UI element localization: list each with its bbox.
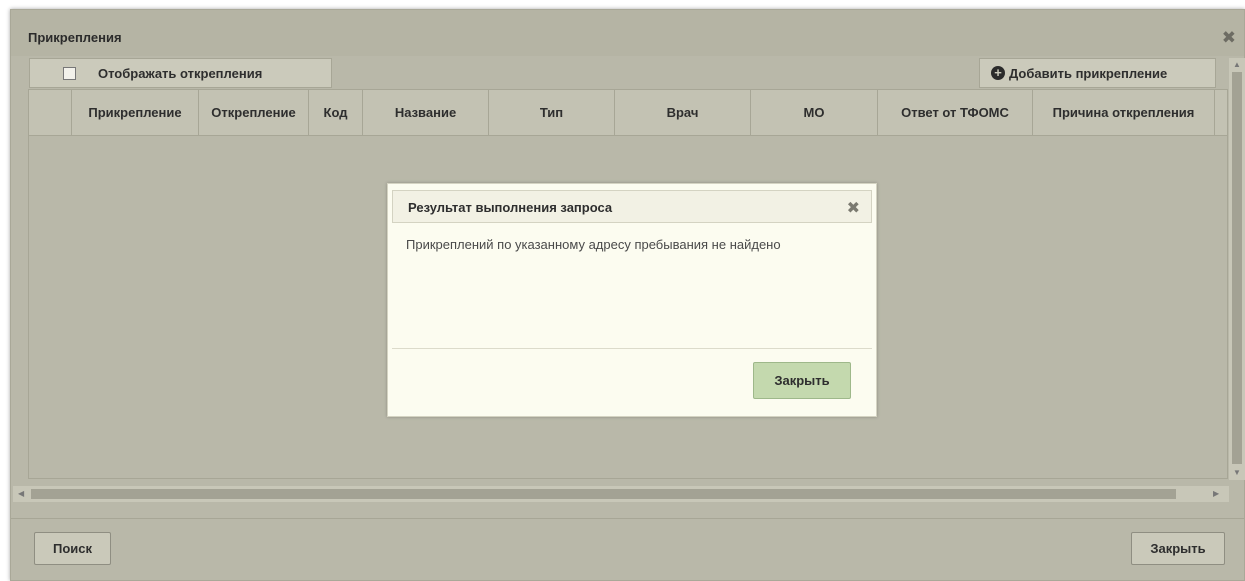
search-button[interactable]: Поиск (34, 532, 111, 565)
show-detachments-label: Отображать открепления (98, 66, 263, 81)
dialog-header: Результат выполнения запроса ✖ (392, 190, 872, 223)
dialog-close-button[interactable]: Закрыть (753, 362, 851, 399)
column-header-mo[interactable]: МО (751, 90, 878, 135)
window-title: Прикрепления (28, 30, 122, 45)
horizontal-scroll-thumb[interactable] (31, 489, 1176, 499)
close-icon[interactable]: ✖ (1222, 28, 1236, 48)
column-header-tfoms-response[interactable]: Ответ от ТФОМС (878, 90, 1033, 135)
add-attachment-button[interactable]: + Добавить прикрепление (979, 58, 1216, 88)
query-result-dialog: Результат выполнения запроса ✖ Прикрепле… (387, 183, 877, 417)
grid-select-column[interactable] (29, 90, 72, 135)
show-detachments-checkbox[interactable] (63, 67, 76, 80)
column-header-detachment[interactable]: Открепление (199, 90, 309, 135)
dialog-close-icon[interactable]: ✖ (847, 198, 860, 218)
horizontal-scrollbar[interactable]: ◀ ▶ (13, 486, 1229, 502)
add-attachment-label: Добавить прикрепление (1009, 66, 1168, 81)
column-header-code[interactable]: Код (309, 90, 363, 135)
column-header-name[interactable]: Название (363, 90, 489, 135)
column-header-type[interactable]: Тип (489, 90, 615, 135)
footer-divider (11, 518, 1244, 519)
show-detachments-toggle[interactable]: Отображать открепления (29, 58, 332, 88)
column-header-attachment[interactable]: Прикрепление (72, 90, 199, 135)
scroll-right-icon[interactable]: ▶ (1213, 489, 1219, 498)
grid-header: Прикрепление Открепление Код Название Ти… (29, 90, 1227, 136)
vertical-scroll-thumb[interactable] (1232, 72, 1242, 464)
scroll-down-icon[interactable]: ▼ (1233, 468, 1241, 477)
vertical-scrollbar[interactable]: ▲ ▼ (1229, 58, 1245, 480)
scroll-up-icon[interactable]: ▲ (1233, 60, 1241, 69)
close-button[interactable]: Закрыть (1131, 532, 1225, 565)
plus-circle-icon: + (991, 66, 1005, 80)
window-titlebar: Прикрепления ✖ (11, 10, 1244, 56)
dialog-divider (392, 348, 872, 349)
dialog-message: Прикреплений по указанному адресу пребыв… (406, 237, 781, 252)
column-header-doctor[interactable]: Врач (615, 90, 751, 135)
dialog-title: Результат выполнения запроса (408, 200, 613, 215)
scroll-left-icon[interactable]: ◀ (18, 489, 24, 498)
column-header-detachment-reason[interactable]: Причина открепления (1033, 90, 1215, 135)
